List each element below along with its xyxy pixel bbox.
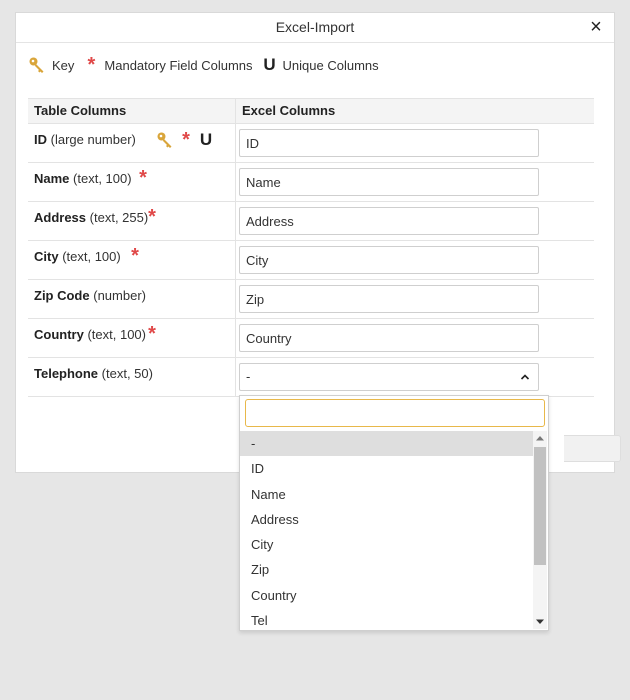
column-type: (text, 50) [101, 366, 153, 381]
dropdown-option[interactable]: City [240, 532, 533, 557]
column-type: (text, 100) [73, 171, 132, 186]
excel-column-input-name[interactable] [239, 168, 539, 196]
asterisk-icon: * [148, 323, 156, 345]
legend-key-label: Key [52, 57, 75, 73]
column-cell: Country (text, 100) * [28, 319, 236, 357]
excel-column-input-zip[interactable] [239, 285, 539, 313]
dropdown-option[interactable]: Country [240, 583, 533, 608]
table-row: Name (text, 100) * [28, 163, 594, 202]
table-row: Telephone (text, 50) - [28, 358, 594, 397]
legend: Key * Mandatory Field Columns U Unique C… [28, 55, 389, 75]
table-header: Table Columns Excel Columns [28, 98, 594, 124]
key-icon [157, 132, 172, 148]
dropdown-option[interactable]: Zip [240, 557, 533, 582]
table-row: Zip Code (number) [28, 280, 594, 319]
asterisk-icon: * [87, 54, 96, 76]
column-cell: Telephone (text, 50) [28, 358, 236, 396]
dropdown-search-input[interactable] [245, 399, 545, 427]
table-row: Country (text, 100) * [28, 319, 594, 358]
table-row: ID (large number) * U [28, 124, 594, 163]
excel-cell [236, 241, 539, 279]
column-type: (text, 255) [89, 210, 149, 225]
excel-cell: - [236, 358, 539, 396]
excel-column-input-city[interactable] [239, 246, 539, 274]
column-name: ID [34, 132, 47, 147]
column-cell: City (text, 100) * [28, 241, 236, 279]
column-cell: Name (text, 100) * [28, 163, 236, 201]
close-button[interactable]: × [586, 17, 606, 38]
column-marks: * [136, 167, 150, 189]
scroll-down-icon[interactable] [535, 618, 545, 626]
column-marks: * [145, 206, 159, 228]
column-name: Address [34, 210, 87, 225]
select-value: - [246, 369, 251, 384]
dropdown-option[interactable]: ID [240, 456, 533, 481]
column-type: (number) [93, 288, 146, 303]
header-excel-columns: Excel Columns [242, 103, 336, 118]
column-marks: * [145, 323, 159, 345]
legend-unique: U Unique Columns [263, 55, 379, 74]
dropdown-option[interactable]: Name [240, 482, 533, 507]
unique-icon: U [263, 55, 276, 74]
column-type: (large number) [50, 132, 136, 147]
excel-cell [236, 163, 539, 201]
excel-column-input-id[interactable] [239, 129, 539, 157]
column-type: (text, 100) [87, 327, 146, 342]
column-cell: ID (large number) * U [28, 124, 236, 162]
dropdown-option[interactable]: Tel [240, 608, 533, 633]
column-cell: Address (text, 255) * [28, 202, 236, 240]
table-row: City (text, 100) * [28, 241, 594, 280]
excel-column-select-telephone[interactable]: - [239, 363, 539, 391]
legend-mandatory-label: Mandatory Field Columns [104, 57, 253, 73]
dropdown-option[interactable]: Address [240, 507, 533, 532]
dropdown-scrollbar[interactable] [533, 431, 547, 629]
column-marks: * [128, 245, 142, 267]
dropdown-options: - ID Name Address City Zip Country Tel [240, 431, 533, 633]
asterisk-icon: * [139, 167, 147, 189]
column-name: Name [34, 171, 70, 186]
excel-cell [236, 124, 539, 162]
column-type: (text, 100) [62, 249, 121, 264]
scrollbar-thumb[interactable] [534, 447, 546, 565]
excel-column-input-address[interactable] [239, 207, 539, 235]
column-name: Zip Code [34, 288, 90, 303]
scroll-up-icon[interactable] [535, 434, 545, 442]
asterisk-icon: * [148, 206, 156, 228]
dropdown-option[interactable]: - [240, 431, 533, 457]
header-table-columns: Table Columns [28, 99, 236, 123]
table-row: Address (text, 255) * [28, 202, 594, 241]
legend-unique-label: Unique Columns [282, 57, 379, 73]
dialog-title: Excel-Import [275, 19, 355, 35]
column-name: Telephone [34, 366, 99, 381]
dialog-titlebar: Excel-Import × [16, 13, 614, 43]
mapping-table: Table Columns Excel Columns ID (large nu… [28, 98, 594, 397]
asterisk-icon: * [182, 129, 190, 151]
asterisk-icon: * [131, 245, 139, 267]
excel-cell [236, 280, 539, 318]
excel-column-input-country[interactable] [239, 324, 539, 352]
excel-cell [236, 319, 539, 357]
column-name: Country [34, 327, 84, 342]
footer-button-partial[interactable] [564, 435, 621, 462]
column-name: City [34, 249, 59, 264]
legend-mandatory: * Mandatory Field Columns [84, 54, 253, 76]
select-dropdown: - ID Name Address City Zip Country Tel [239, 395, 549, 631]
excel-cell [236, 202, 539, 240]
column-marks: * U [156, 129, 213, 151]
chevron-up-icon [520, 374, 530, 380]
legend-key: Key [28, 56, 74, 74]
column-cell: Zip Code (number) [28, 280, 236, 318]
key-icon [29, 57, 44, 73]
unique-icon: U [199, 130, 213, 149]
